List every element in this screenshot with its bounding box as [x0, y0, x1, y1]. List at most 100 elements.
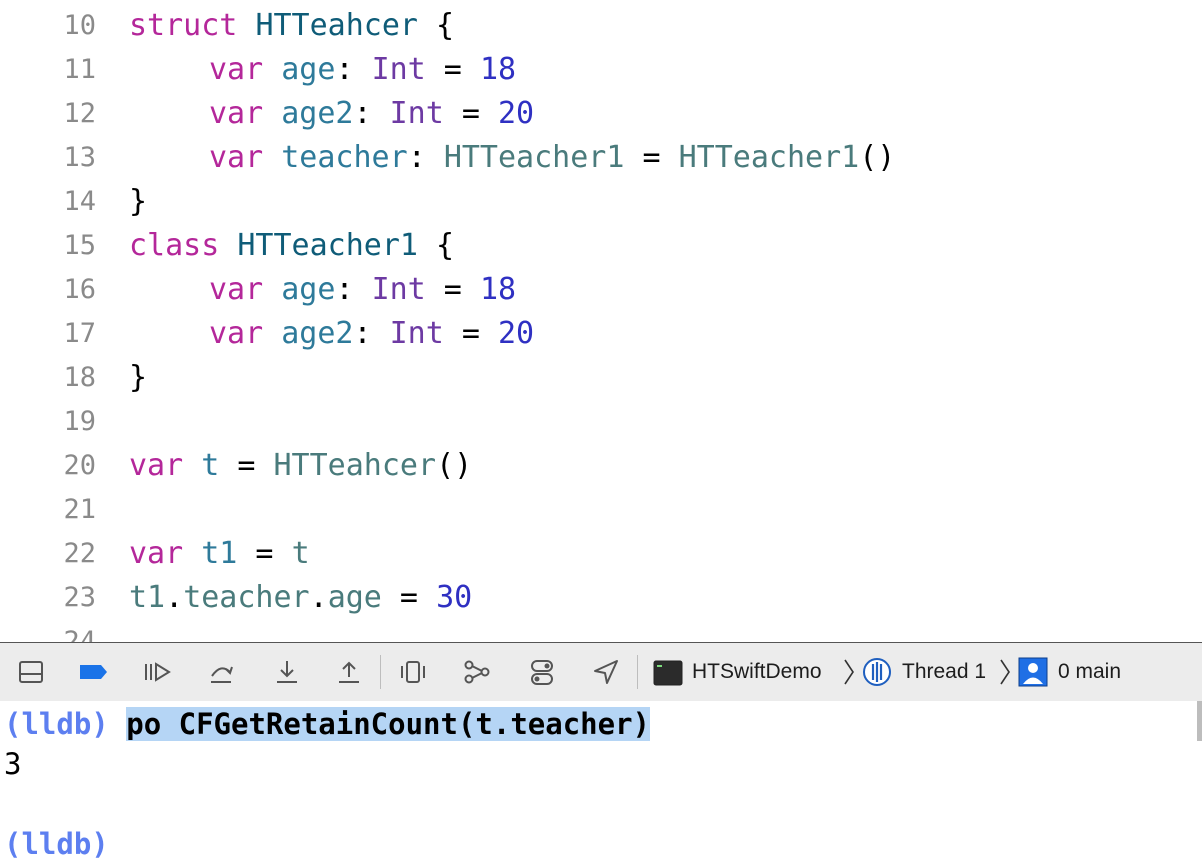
breakpoint-icon [80, 665, 107, 679]
line-number: 20 [63, 450, 96, 481]
code-line[interactable]: 16 var age: Int = 18 [0, 268, 1202, 312]
lldb-console[interactable]: (lldb) po CFGetRetainCount(t.teacher) 3 … [0, 701, 1202, 860]
code-token: = [219, 448, 274, 483]
code-token: : [353, 316, 390, 351]
line-number: 12 [63, 98, 96, 129]
code-token: struct [129, 8, 238, 43]
code-token: { [418, 228, 455, 263]
console-scrollbar[interactable] [1197, 701, 1202, 741]
memory-graph-button[interactable] [462, 657, 492, 687]
code-token: { [418, 8, 455, 43]
step-out-button[interactable] [334, 657, 364, 687]
code-token: : [353, 96, 390, 131]
code-line[interactable]: 12 var age2: Int = 20 [0, 92, 1202, 136]
code-token: () [859, 140, 896, 175]
code-line[interactable]: 13 var teacher: HTTeacher1 = HTTeacher1() [0, 136, 1202, 180]
code-line[interactable]: 24 [0, 620, 1202, 642]
code-text: var age2: Int = 20 [209, 312, 534, 356]
console-line[interactable]: (lldb) [4, 823, 109, 860]
line-number: 23 [63, 582, 96, 613]
code-line[interactable]: 15 class HTTeacher1 { [0, 224, 1202, 268]
line-number: 17 [63, 318, 96, 349]
code-token: 18 [479, 272, 517, 307]
step-into-button[interactable] [272, 657, 302, 687]
code-token: Int [371, 52, 426, 87]
code-token: age2 [281, 96, 354, 131]
simulate-location-button[interactable] [591, 657, 621, 687]
code-token: HTTeacher1 [678, 140, 860, 175]
code-line[interactable]: 14} [0, 180, 1202, 224]
code-token: HTTeahcer [273, 448, 437, 483]
code-text: var age: Int = 18 [209, 268, 516, 312]
code-line[interactable]: 11 var age: Int = 18 [0, 48, 1202, 92]
line-number: 11 [63, 54, 96, 85]
code-token: var [209, 316, 264, 351]
step-over-icon [211, 666, 233, 683]
console-line: (lldb) po CFGetRetainCount(t.teacher) [4, 703, 651, 745]
code-token: var [129, 448, 184, 483]
code-token: : [407, 140, 444, 175]
thread-icon [862, 657, 892, 687]
code-line[interactable]: 18} [0, 356, 1202, 400]
code-line[interactable]: 21 [0, 488, 1202, 532]
code-line[interactable]: 20 var t = HTTeahcer() [0, 444, 1202, 488]
code-token: Int [371, 272, 426, 307]
step-out-icon [339, 661, 359, 683]
source-editor[interactable]: 10 struct HTTeahcer {11 var age: Int = 18 1… [0, 0, 1202, 642]
code-token: t [291, 536, 310, 571]
environment-overrides-button[interactable] [527, 657, 557, 687]
breadcrumb-target[interactable]: HTSwiftDemo [692, 657, 822, 687]
code-token: 18 [479, 52, 517, 87]
code-line[interactable]: 19 [0, 400, 1202, 444]
code-token: 30 [436, 580, 473, 615]
breadcrumb-thread[interactable]: Thread 1 [902, 657, 986, 687]
code-token: HTTeahcer [255, 8, 418, 43]
code-token: = [624, 140, 679, 175]
code-token: = [425, 272, 480, 307]
breakpoints-toggle-button[interactable] [78, 657, 108, 687]
code-token: t [201, 448, 220, 483]
code-token: age2 [281, 316, 354, 351]
code-token: age [327, 580, 382, 615]
code-token: HTTeacher1 [443, 140, 625, 175]
code-text: var teacher: HTTeacher1 = HTTeacher1() [209, 136, 895, 180]
line-number: 24 [63, 626, 96, 642]
code-token: = [381, 580, 437, 615]
code-token: var [209, 96, 264, 131]
view-hierarchy-icon [401, 661, 425, 683]
code-token: var [129, 536, 184, 571]
step-over-button[interactable] [206, 657, 236, 687]
hide-debug-area-button[interactable] [16, 657, 46, 687]
line-number: 22 [63, 538, 96, 569]
console-command[interactable]: po CFGetRetainCount(t.teacher) [126, 707, 651, 741]
code-token: class [129, 228, 220, 263]
code-token: . [165, 580, 184, 615]
line-number: 13 [63, 142, 96, 173]
debug-bar: HTSwiftDemo Thread 1 0 main [0, 642, 1202, 702]
code-token: = [443, 96, 498, 131]
code-token: } [129, 184, 148, 219]
code-token: t1 [201, 536, 238, 571]
code-line[interactable]: 23 t1.teacher.age = 30 [0, 576, 1202, 620]
line-number: 16 [63, 274, 96, 305]
code-text: var t = HTTeahcer() [129, 444, 472, 488]
toolbar-divider [637, 655, 638, 689]
continue-button[interactable] [142, 657, 172, 687]
code-line[interactable]: 22 var t1 = t [0, 532, 1202, 576]
line-number: 14 [63, 186, 96, 217]
code-token: age [281, 52, 336, 87]
code-line[interactable]: 17 var age2: Int = 20 [0, 312, 1202, 356]
code-text: } [129, 356, 147, 400]
code-line[interactable]: 10 struct HTTeahcer { [0, 4, 1202, 48]
breadcrumb-frame[interactable]: 0 main [1058, 657, 1121, 687]
code-token: var [209, 52, 264, 87]
toolbar-divider [380, 655, 381, 689]
code-text: } [129, 180, 147, 224]
code-token: () [436, 448, 473, 483]
code-token: 20 [498, 96, 535, 131]
chevron-right-icon [842, 657, 856, 687]
view-debugger-button[interactable] [398, 657, 428, 687]
